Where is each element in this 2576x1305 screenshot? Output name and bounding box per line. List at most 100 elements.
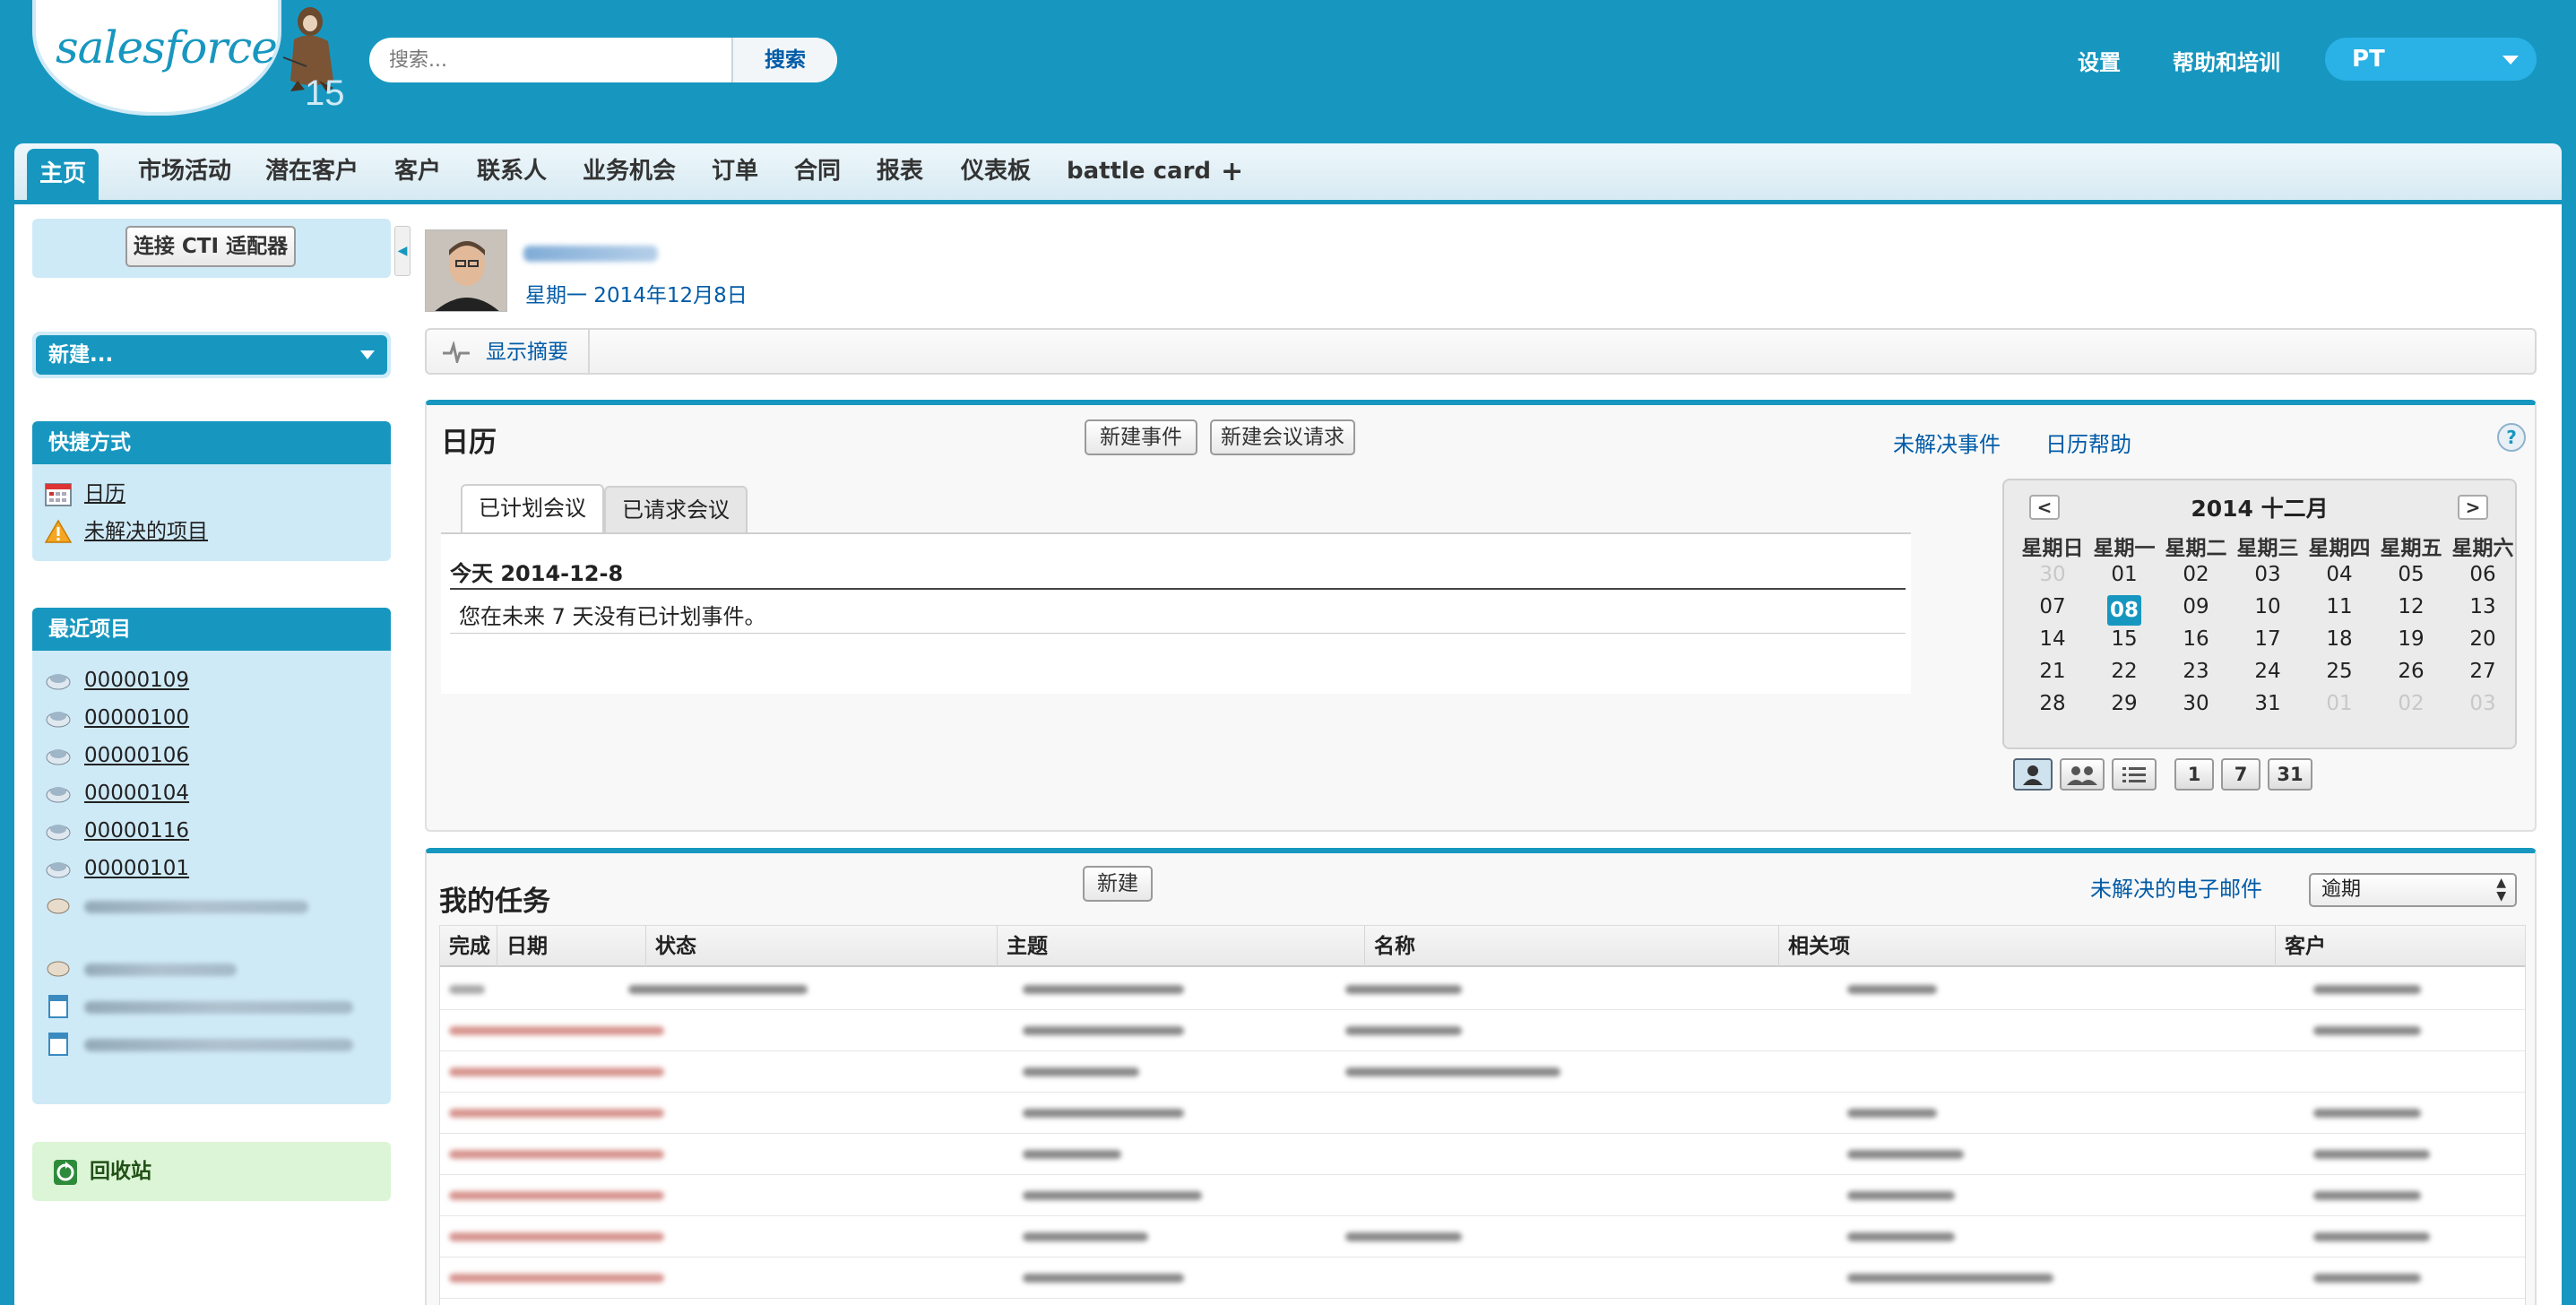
table-row[interactable] [440, 1093, 2525, 1134]
recent-item-link[interactable]: 00000104 [84, 782, 189, 805]
calendar-day[interactable]: 15 [2088, 627, 2160, 651]
table-row[interactable] [440, 1175, 2525, 1216]
recycle-bin[interactable]: 回收站 [32, 1142, 391, 1201]
calendar-day[interactable]: 22 [2088, 660, 2160, 683]
column-header-related-to[interactable]: 相关项 [1779, 926, 2276, 967]
calendar-day[interactable]: 04 [2304, 563, 2375, 586]
create-new-dropdown[interactable]: 新建... [32, 332, 391, 378]
recent-item[interactable]: 00000109 [45, 661, 391, 699]
calendar-day-today[interactable]: 08 [2088, 595, 2160, 626]
calendar-day[interactable]: 25 [2304, 660, 2375, 683]
calendar-day[interactable]: 03 [2447, 692, 2519, 715]
calendar-day[interactable]: 23 [2160, 660, 2232, 683]
create-new-select[interactable]: 新建... [36, 335, 387, 375]
column-header-name[interactable]: 名称 [1365, 926, 1779, 967]
recent-item-redacted[interactable] [45, 1025, 391, 1079]
calendar-day[interactable]: 12 [2375, 595, 2447, 618]
open-events-link[interactable]: 未解决事件 [1893, 427, 2001, 458]
week-view-button[interactable]: 7 [2221, 758, 2260, 791]
single-user-view-button[interactable] [2013, 758, 2053, 791]
calendar-day[interactable]: 11 [2304, 595, 2375, 618]
shortcut-calendar-link[interactable]: 日历 [84, 482, 125, 506]
new-task-button[interactable]: 新建 [1083, 866, 1153, 902]
recent-item-redacted[interactable] [45, 950, 391, 988]
calendar-day[interactable]: 17 [2232, 627, 2304, 651]
tab-contracts[interactable]: 合同 [782, 143, 853, 200]
table-row[interactable] [440, 1010, 2525, 1051]
column-header-account[interactable]: 客户 [2276, 926, 2527, 967]
tab-battle-card[interactable]: battle card [1054, 143, 1223, 200]
sidebar-collapse-handle[interactable]: ◀ [394, 226, 411, 276]
help-icon[interactable]: ? [2497, 423, 2526, 452]
calendar-day[interactable]: 24 [2232, 660, 2304, 683]
day-view-button[interactable]: 1 [2174, 758, 2214, 791]
calendar-day[interactable]: 09 [2160, 595, 2232, 618]
calendar-day[interactable]: 30 [2160, 692, 2232, 715]
tab-home[interactable]: 主页 [27, 149, 99, 200]
calendar-day[interactable]: 16 [2160, 627, 2232, 651]
tab-accounts[interactable]: 客户 [382, 143, 454, 200]
recent-item[interactable]: 00000100 [45, 699, 391, 737]
new-meeting-request-button[interactable]: 新建会议请求 [1210, 419, 1355, 455]
search-input[interactable] [369, 38, 731, 82]
shortcut-calendar[interactable]: 日历 [45, 475, 391, 513]
column-header-date[interactable]: 日期 [497, 926, 646, 967]
shortcut-open-items[interactable]: 未解决的项目 [45, 513, 391, 550]
recent-item-link[interactable]: 00000106 [84, 744, 189, 767]
next-month-button[interactable]: > [2458, 495, 2488, 520]
column-header-subject[interactable]: 主题 [998, 926, 1365, 967]
recent-item[interactable]: 00000116 [45, 812, 391, 850]
table-row[interactable] [440, 1257, 2525, 1299]
tab-campaigns[interactable]: 市场活动 [125, 143, 244, 200]
recent-item-link[interactable]: 00000116 [84, 819, 189, 843]
tab-orders[interactable]: 订单 [699, 143, 771, 200]
table-row[interactable] [440, 1134, 2525, 1175]
list-view-button[interactable] [2112, 758, 2157, 791]
calendar-day[interactable]: 07 [2017, 595, 2088, 618]
calendar-day[interactable]: 18 [2304, 627, 2375, 651]
show-summary-link[interactable]: 显示摘要 [486, 330, 568, 375]
table-row[interactable] [440, 1216, 2525, 1257]
recent-item-redacted[interactable] [45, 988, 391, 1025]
calendar-day[interactable]: 20 [2447, 627, 2519, 651]
calendar-day[interactable]: 29 [2088, 692, 2160, 715]
calendar-day[interactable]: 14 [2017, 627, 2088, 651]
calendar-day[interactable]: 02 [2160, 563, 2232, 586]
calendar-day[interactable]: 21 [2017, 660, 2088, 683]
tab-dashboards[interactable]: 仪表板 [948, 143, 1043, 200]
unread-email-link[interactable]: 未解决的电子邮件 [2090, 871, 2262, 903]
user-menu[interactable]: PT [2325, 38, 2537, 81]
salesforce-logo[interactable]: salesforce 15 [36, 0, 345, 115]
calendar-day[interactable]: 05 [2375, 563, 2447, 586]
column-header-complete[interactable]: 完成 [440, 926, 497, 967]
tab-reports[interactable]: 报表 [864, 143, 936, 200]
calendar-day[interactable]: 27 [2447, 660, 2519, 683]
column-header-status[interactable]: 状态 [646, 926, 998, 967]
new-event-button[interactable]: 新建事件 [1085, 419, 1197, 455]
connect-cti-button[interactable]: 连接 CTI 适配器 [125, 226, 296, 267]
search-button[interactable]: 搜索 [731, 38, 837, 82]
calendar-day[interactable]: 06 [2447, 563, 2519, 586]
recent-item[interactable]: 00000101 [45, 850, 391, 887]
multi-user-view-button[interactable] [2060, 758, 2105, 791]
table-row[interactable] [440, 1051, 2525, 1093]
calendar-day[interactable]: 02 [2375, 692, 2447, 715]
table-row[interactable] [440, 969, 2525, 1010]
calendar-day[interactable]: 31 [2232, 692, 2304, 715]
calendar-day[interactable]: 03 [2232, 563, 2304, 586]
calendar-day[interactable]: 26 [2375, 660, 2447, 683]
tab-requested-meetings[interactable]: 已请求会议 [604, 486, 748, 532]
recent-item-link[interactable]: 00000109 [84, 669, 189, 692]
tab-opportunities[interactable]: 业务机会 [570, 143, 688, 200]
recent-item[interactable]: 00000106 [45, 737, 391, 774]
help-training-link[interactable]: 帮助和培训 [2173, 45, 2280, 76]
tab-scheduled-meetings[interactable]: 已计划会议 [461, 484, 604, 534]
setup-link[interactable]: 设置 [2078, 45, 2121, 76]
recent-item-redacted[interactable] [45, 887, 391, 950]
month-view-button[interactable]: 31 [2268, 758, 2312, 791]
calendar-day[interactable]: 01 [2304, 692, 2375, 715]
calendar-day[interactable]: 13 [2447, 595, 2519, 618]
tab-contacts[interactable]: 联系人 [464, 143, 559, 200]
calendar-day[interactable]: 30 [2017, 563, 2088, 586]
shortcut-open-items-link[interactable]: 未解决的项目 [84, 520, 208, 543]
